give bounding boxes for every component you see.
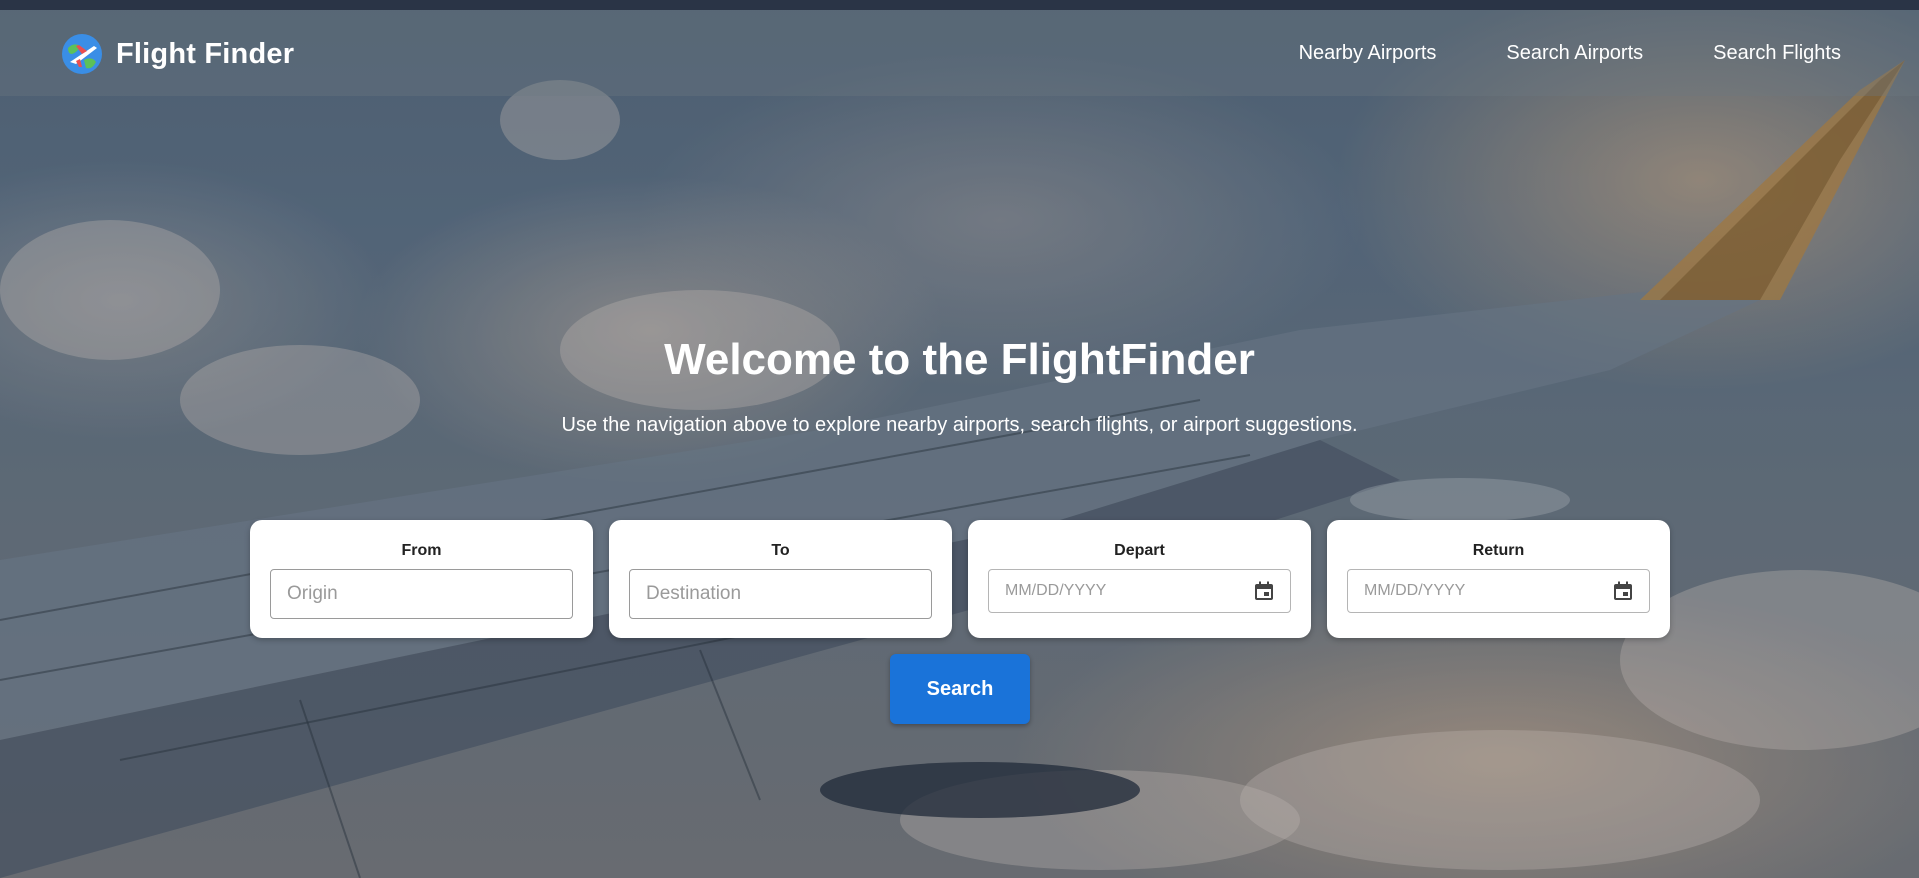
app-title: Flight Finder bbox=[116, 37, 295, 70]
depart-date-placeholder: MM/DD/YYYY bbox=[1005, 582, 1107, 599]
brand[interactable]: Flight Finder bbox=[60, 32, 294, 76]
hero-subtitle: Use the navigation above to explore near… bbox=[561, 414, 1358, 436]
page: Flight Finder Nearby Airports Search Air… bbox=[0, 0, 1919, 878]
background-overlay bbox=[0, 0, 1919, 878]
return-date-field[interactable]: MM/DD/YYYY bbox=[1347, 569, 1650, 613]
depart-card: Depart MM/DD/YYYY bbox=[968, 520, 1311, 638]
from-label: From bbox=[401, 542, 442, 559]
from-card: From bbox=[250, 520, 593, 638]
nav-item-search-flights[interactable]: Search Flights bbox=[1713, 42, 1841, 65]
search-button[interactable]: Search bbox=[890, 654, 1030, 724]
calendar-icon[interactable] bbox=[1252, 579, 1276, 603]
calendar-icon[interactable] bbox=[1611, 579, 1635, 603]
return-date-placeholder: MM/DD/YYYY bbox=[1364, 582, 1466, 599]
nav-item-nearby-airports[interactable]: Nearby Airports bbox=[1299, 42, 1437, 65]
to-label: To bbox=[771, 542, 790, 559]
to-card: To bbox=[609, 520, 952, 638]
return-card: Return MM/DD/YYYY bbox=[1327, 520, 1670, 638]
nav-links: Nearby Airports Search Airports Search F… bbox=[1229, 42, 1841, 65]
navbar: Flight Finder Nearby Airports Search Air… bbox=[0, 10, 1919, 96]
return-label: Return bbox=[1472, 542, 1525, 559]
hero-title: Welcome to the FlightFinder bbox=[664, 335, 1255, 384]
globe-airplane-icon bbox=[62, 34, 102, 74]
origin-input[interactable] bbox=[270, 569, 573, 619]
depart-label: Depart bbox=[1114, 542, 1165, 559]
nav-item-search-airports[interactable]: Search Airports bbox=[1506, 42, 1643, 65]
destination-input[interactable] bbox=[629, 569, 932, 619]
depart-date-field[interactable]: MM/DD/YYYY bbox=[988, 569, 1291, 613]
